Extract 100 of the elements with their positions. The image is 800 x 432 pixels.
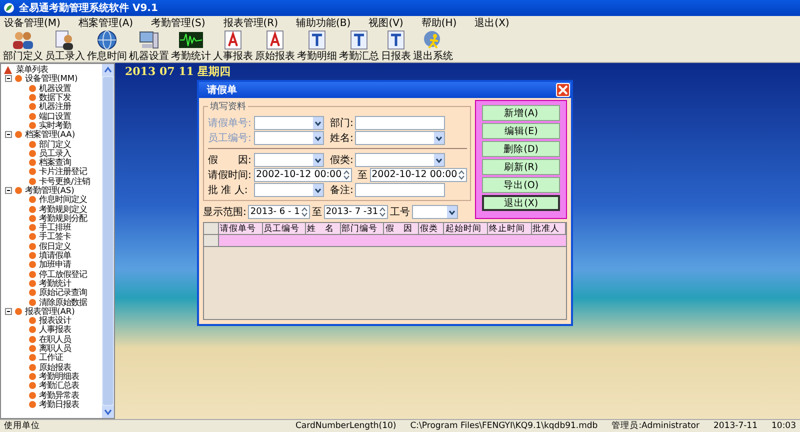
tree-item[interactable]: 在职人员 xyxy=(39,334,71,344)
dialog-button[interactable]: 新增(A) xyxy=(482,105,560,121)
scroll-down-icon[interactable] xyxy=(102,406,114,418)
letter-document-icon xyxy=(224,30,242,50)
toolbar-button[interactable]: 退出系统 xyxy=(412,30,454,62)
tree-item[interactable]: 加班申请 xyxy=(39,260,71,270)
tree-item[interactable]: 卡片注册登记 xyxy=(39,167,87,176)
toolbar-button[interactable]: 人事报表 xyxy=(212,30,254,62)
input-field[interactable] xyxy=(355,116,446,130)
tree-item[interactable]: 作息时间定义 xyxy=(39,195,87,204)
tree-item[interactable]: 员工录入 xyxy=(39,148,71,158)
menu-item[interactable]: 档案管理(A) xyxy=(78,16,134,30)
toolbar-button[interactable]: 作息时间 xyxy=(86,30,128,62)
tree-item[interactable]: 手工签卡 xyxy=(39,232,71,242)
menu-item[interactable]: 帮助(H) xyxy=(421,16,457,30)
tree-item[interactable]: 考勤日报表 xyxy=(39,400,79,409)
tree-item[interactable]: 考勤规则分配 xyxy=(39,214,87,223)
tree-item[interactable]: 原始记录查询 xyxy=(39,288,87,298)
column-header[interactable]: 请假单号 xyxy=(219,223,263,235)
column-header[interactable]: 员工编号 xyxy=(262,223,306,235)
vertical-scrollbar[interactable] xyxy=(102,64,114,418)
tree-item[interactable]: 考勤规则定义 xyxy=(39,204,87,214)
menu-item[interactable]: 设备管理(M) xyxy=(4,16,60,30)
tree-item[interactable]: 考勤汇总表 xyxy=(39,381,79,390)
dialog-button[interactable]: 编辑(E) xyxy=(482,123,560,139)
tree-item[interactable]: 停工放假登记 xyxy=(39,270,87,279)
toolbar-button[interactable]: 部门定义 xyxy=(2,30,44,62)
menu-item[interactable]: 考勤管理(S) xyxy=(151,16,206,30)
column-header[interactable]: 终止时间 xyxy=(488,223,532,235)
datetime-field[interactable]: 2002-10-12 00:00 xyxy=(254,168,352,182)
tree-item[interactable]: 人事报表 xyxy=(39,325,71,334)
toolbar-button[interactable]: 考勤统计 xyxy=(170,30,212,62)
toolbar-button[interactable]: 考勤汇总 xyxy=(338,30,380,62)
tree-item[interactable]: 考勤管理(AS) xyxy=(25,186,74,195)
dialog-button[interactable]: 删除(D) xyxy=(482,141,560,157)
collapse-icon[interactable] xyxy=(5,308,12,315)
tree-item[interactable]: 实时考勤 xyxy=(39,120,71,130)
tree-item[interactable]: 假日定义 xyxy=(39,242,71,251)
bullet-icon xyxy=(15,75,22,82)
tree-item[interactable]: 数据下发 xyxy=(39,93,71,102)
tree-item[interactable]: 手工排班 xyxy=(39,223,71,232)
tree-item[interactable]: 报表设计 xyxy=(39,316,71,326)
field-label: 假类: xyxy=(330,154,354,166)
tree-root-icon xyxy=(3,64,13,75)
dialog-button[interactable]: 刷新(R) xyxy=(482,159,560,175)
dialog-button[interactable]: 退出(X) xyxy=(482,195,560,211)
column-header[interactable]: 假 因 xyxy=(384,223,419,235)
toolbar-button[interactable]: 日报表 xyxy=(380,30,412,62)
spinner-arrows-icon[interactable] xyxy=(458,170,466,180)
spinner-arrows-icon[interactable] xyxy=(300,207,308,217)
date-field[interactable]: 2013- 7 -31 xyxy=(324,205,388,219)
collapse-icon[interactable] xyxy=(5,131,12,138)
tree-item[interactable]: 考勤异常表 xyxy=(39,390,79,400)
datetime-field[interactable]: 2002-10-12 00:00 xyxy=(370,168,468,182)
spinner-arrows-icon[interactable] xyxy=(342,170,350,180)
column-header[interactable]: 假类 xyxy=(418,223,444,235)
bullet-icon xyxy=(29,84,36,92)
scroll-up-icon[interactable] xyxy=(102,64,114,76)
column-header[interactable]: 起始时间 xyxy=(444,223,488,235)
tree-item[interactable]: 考勤统计 xyxy=(39,278,71,288)
column-header[interactable]: 姓 名 xyxy=(306,223,341,235)
tree-item[interactable]: 填请假单 xyxy=(39,251,71,260)
menu-item[interactable]: 视图(V) xyxy=(368,16,404,30)
bullet-icon xyxy=(29,252,36,260)
tree-item[interactable]: 清除原始数据 xyxy=(39,298,87,307)
scrollbar-thumb[interactable] xyxy=(103,77,113,405)
leaf-icon xyxy=(3,2,15,14)
tree-item[interactable]: 离职人员 xyxy=(39,344,71,354)
tree-item[interactable]: 档案查询 xyxy=(39,158,71,168)
tree-item[interactable]: 报表管理(AR) xyxy=(25,306,75,316)
bullet-icon xyxy=(29,336,36,343)
tree-item[interactable]: 菜单列表 xyxy=(16,65,48,74)
menu-item[interactable]: 退出(X) xyxy=(474,16,510,30)
toolbar-button[interactable]: 员工录入 xyxy=(44,30,86,62)
menu-item[interactable]: 辅助功能(B) xyxy=(296,16,351,30)
tree-item[interactable]: 原始报表 xyxy=(39,362,71,372)
column-header[interactable]: 批准人 xyxy=(532,223,566,235)
dialog-button[interactable]: 导出(O) xyxy=(482,177,560,193)
bullet-icon xyxy=(29,382,36,390)
toolbar-button[interactable]: 机器设置 xyxy=(128,30,170,62)
tree-item[interactable]: 设备管理(MM) xyxy=(25,74,78,84)
tree-item[interactable]: 机器设置 xyxy=(39,84,71,93)
tree-item[interactable]: 机器注册 xyxy=(39,102,71,112)
input-field[interactable] xyxy=(355,182,446,196)
toolbar-button[interactable]: 考勤明细 xyxy=(296,30,338,62)
collapse-icon[interactable] xyxy=(5,75,12,82)
close-button[interactable] xyxy=(556,83,570,97)
tree-item[interactable]: 部门定义 xyxy=(39,140,71,149)
tree-item[interactable]: 考勤明细表 xyxy=(39,372,79,381)
collapse-icon[interactable] xyxy=(5,187,12,194)
spinner-arrows-icon[interactable] xyxy=(379,207,386,217)
column-header[interactable]: 部门编号 xyxy=(340,223,384,235)
bullet-icon xyxy=(29,242,36,250)
tree-item[interactable]: 卡号更换/注销 xyxy=(39,176,90,186)
menu-item[interactable]: 报表管理(R) xyxy=(223,16,278,30)
tree-item[interactable]: 工作证 xyxy=(39,353,63,362)
date-field[interactable]: 2013- 6 - 1 xyxy=(248,205,310,219)
toolbar-button[interactable]: 原始报表 xyxy=(254,30,296,62)
tree-item[interactable]: 端口设置 xyxy=(39,112,71,121)
tree-item[interactable]: 档案管理(AA) xyxy=(25,130,76,140)
